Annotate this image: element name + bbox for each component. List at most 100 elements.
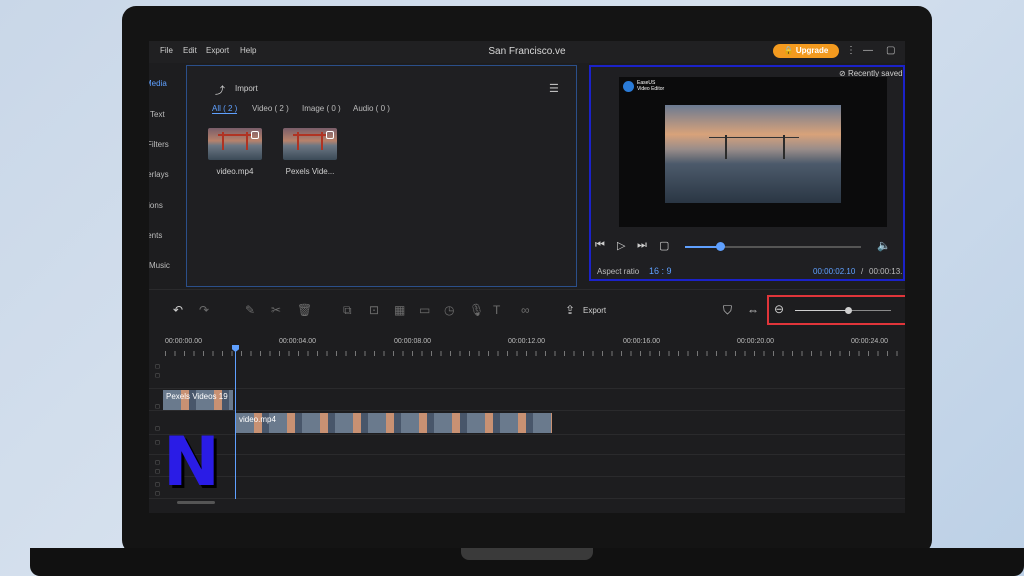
text-to-speech-icon[interactable]: T — [493, 303, 500, 317]
track-row: ◻ — [149, 435, 905, 455]
current-time: 00:00:02.10 — [813, 267, 856, 276]
laptop-notch — [461, 548, 593, 560]
app-logo-icon — [623, 81, 634, 92]
freeze-icon[interactable]: ⊡ — [369, 303, 379, 317]
edit-icon[interactable]: ✎ — [245, 303, 255, 317]
timeline-ruler[interactable]: 00:00:00.00 00:00:04.00 00:00:08.00 00:0… — [149, 331, 905, 357]
filter-audio[interactable]: Audio ( 0 ) — [353, 104, 390, 113]
track-row: ◻ ◻ — [149, 477, 905, 499]
list-view-icon[interactable]: ☰ — [549, 82, 559, 95]
more-icon[interactable]: ⋮ — [846, 45, 856, 56]
zoom-slider-handle[interactable] — [844, 307, 852, 314]
import-button[interactable]: Import — [235, 84, 258, 93]
export-button[interactable]: Export — [583, 306, 606, 315]
ruler-ticks — [165, 351, 905, 356]
step-back-icon[interactable]: ⏮ — [595, 239, 605, 252]
track-lock-icon[interactable]: ◻ — [155, 425, 160, 432]
media-item-name: video.mp4 — [216, 167, 254, 176]
filter-image[interactable]: Image ( 0 ) — [302, 104, 341, 113]
seek-handle[interactable] — [716, 242, 726, 251]
ruler-time: 00:00:16.00 — [623, 338, 660, 345]
time-separator: / — [861, 267, 864, 276]
aspect-ratio-value[interactable]: 16 : 9 — [649, 266, 672, 276]
zoom-slider-fill — [795, 310, 848, 311]
track-row: ◻ ◻ — [149, 359, 905, 389]
stop-icon[interactable]: ▢ — [659, 239, 669, 252]
tab-transitions[interactable]: Transitions — [149, 201, 163, 210]
ruler-time: 00:00:00.00 — [165, 338, 202, 345]
maximize-icon[interactable]: ▢ — [886, 45, 895, 56]
seek-progress — [685, 246, 721, 248]
video-player[interactable]: EaseUS Video Editor — [619, 77, 887, 227]
track-visibility-icon[interactable]: ◻ — [155, 490, 160, 497]
tab-elements[interactable]: Elements — [149, 231, 162, 240]
video-frame — [665, 105, 841, 203]
track-visibility-icon[interactable]: ◻ — [155, 468, 160, 475]
title-bar: File Edit Export Help San Francisco.ve 🔒… — [149, 41, 905, 63]
clip-label: video.mp4 — [239, 415, 276, 424]
track-visibility-icon[interactable]: ◻ — [155, 372, 160, 379]
timeline-clip[interactable]: video.mp4 — [236, 413, 552, 433]
pip-icon[interactable]: ▭ — [419, 303, 430, 317]
track-lock-icon[interactable]: ◻ — [155, 459, 160, 466]
export-icon[interactable]: ⇪ — [565, 303, 575, 317]
media-thumbnail[interactable] — [208, 128, 262, 160]
tab-filters[interactable]: Filters — [149, 140, 169, 149]
ruler-time: 00:00:12.00 — [508, 338, 545, 345]
tab-media[interactable]: Media — [149, 79, 167, 88]
track-lock-icon[interactable]: ◻ — [155, 439, 160, 446]
tab-overlays[interactable]: Overlays — [149, 170, 169, 179]
track-lock-icon[interactable]: ◻ — [155, 403, 160, 410]
redo-icon[interactable]: ↷ — [199, 303, 209, 317]
zoom-out-icon[interactable]: ⊖ — [774, 302, 784, 316]
crop-icon[interactable]: ⧉ — [343, 303, 352, 318]
play-icon[interactable]: ▷ — [617, 239, 625, 252]
undo-icon[interactable]: ↶ — [173, 303, 183, 317]
preview-panel: ⊘ Recently saved 1 EaseUS Video Editor ⏮… — [589, 65, 905, 281]
media-thumbnail[interactable] — [283, 128, 337, 160]
link-icon[interactable]: ∞ — [521, 303, 530, 317]
volume-icon[interactable]: 🔈 — [877, 239, 891, 252]
zoom-control: ⊖ — [767, 295, 905, 325]
cut-icon[interactable]: ✂ — [271, 303, 281, 317]
microphone-icon[interactable]: 🎙 — [469, 303, 484, 317]
filter-all[interactable]: All ( 2 ) — [212, 104, 238, 114]
marker-icon[interactable]: ⛉ — [723, 303, 732, 318]
track-row: ◻ ◻ — [149, 455, 905, 477]
total-time: 00:00:13. — [869, 267, 903, 276]
minimize-icon[interactable]: — — [863, 45, 873, 56]
aspect-ratio-label: Aspect ratio — [597, 267, 640, 276]
ruler-time: 00:00:04.00 — [279, 338, 316, 345]
mosaic-icon[interactable]: ▦ — [394, 303, 405, 317]
side-tabs: Media Text Filters Overlays Transitions … — [149, 65, 187, 287]
track-lock-icon[interactable]: ◻ — [155, 363, 160, 370]
app-window: File Edit Export Help San Francisco.ve 🔒… — [149, 41, 905, 513]
track-lock-icon[interactable]: ◻ — [155, 481, 160, 488]
fit-timeline-icon[interactable]: ⇔ — [747, 303, 759, 317]
ruler-time: 00:00:20.00 — [737, 338, 774, 345]
media-library: ⤴ Import ☰ All ( 2 ) Video ( 2 ) Image (… — [187, 65, 577, 287]
track-row: ◻ video.mp4 — [149, 411, 905, 435]
watermark-line2: Video Editor — [637, 86, 665, 92]
upgrade-button[interactable]: 🔒 Upgrade — [773, 44, 839, 58]
speed-icon[interactable]: ◷ — [444, 303, 454, 317]
playhead[interactable] — [235, 347, 236, 499]
tab-text[interactable]: Text — [150, 110, 165, 119]
overlay-letter: N — [163, 423, 220, 502]
import-icon[interactable]: ⤴ — [215, 82, 225, 97]
step-forward-icon[interactable]: ⏭ — [637, 239, 647, 252]
delete-icon[interactable]: 🗑 — [297, 303, 312, 317]
upgrade-label: Upgrade — [795, 46, 829, 55]
select-checkbox[interactable] — [326, 131, 334, 139]
media-item-name: Pexels Vide... — [285, 167, 335, 176]
filter-video[interactable]: Video ( 2 ) — [252, 104, 289, 113]
ruler-time: 00:00:08.00 — [394, 338, 431, 345]
timeline-toolbar: ↶ ↷ ✎ ✂ 🗑 ⧉ ⊡ ▦ ▭ ◷ 🎙 T ∞ ⇪ Export ⛉ ⇔ ⊖ — [149, 289, 905, 327]
timeline-clip[interactable]: Pexels Videos 19 — [163, 390, 233, 410]
lock-icon: 🔒 — [783, 46, 794, 55]
track-row: ◻ Pexels Videos 19 — [149, 389, 905, 411]
clip-label: Pexels Videos 19 — [166, 392, 228, 401]
ruler-time: 00:00:24.00 — [851, 338, 888, 345]
tab-music[interactable]: Music — [149, 261, 170, 270]
select-checkbox[interactable] — [251, 131, 259, 139]
